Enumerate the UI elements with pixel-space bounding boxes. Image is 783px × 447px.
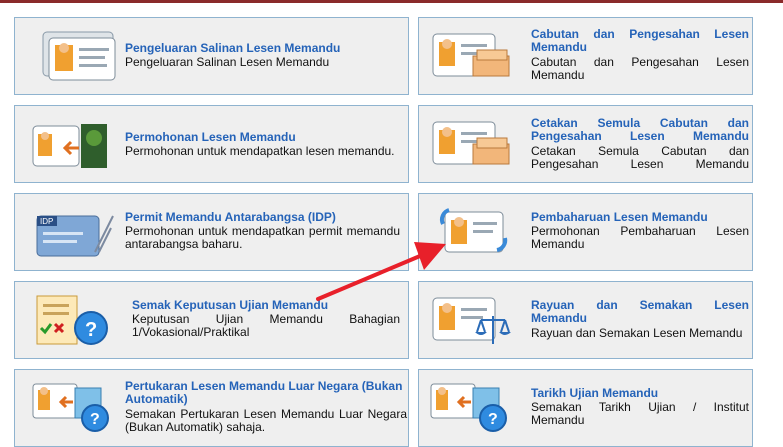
card-title[interactable]: Cabutan dan Pengesahan Lesen Memandu xyxy=(531,28,749,54)
card-title[interactable]: Cetakan Semula Cabutan dan Pengesahan Le… xyxy=(531,117,749,143)
test-date-check-icon: ? xyxy=(430,383,507,432)
test-result-check-icon: ? xyxy=(36,295,108,345)
card-title[interactable]: Pengeluaran Salinan Lesen Memandu xyxy=(125,42,400,55)
svg-text:?: ? xyxy=(85,319,97,341)
card-tarikh-ujian[interactable]: ? Tarikh Ujian Memandu Semakan Tarikh Uj… xyxy=(418,369,753,447)
appeal-scale-icon xyxy=(432,297,511,344)
card-rayuan-semakan[interactable]: Rayuan dan Semakan Lesen Memandu Rayuan … xyxy=(418,281,753,359)
card-title[interactable]: Tarikh Ujian Memandu xyxy=(531,387,749,400)
svg-text:?: ? xyxy=(90,411,100,428)
card-permit-idp[interactable]: IDP Permit Memandu Antarabangsa (IDP) Pe… xyxy=(14,193,409,271)
card-desc: Permohonan Pembaharuan Lesen Memandu xyxy=(531,224,749,251)
card-desc: Permohonan untuk mendapatkan lesen meman… xyxy=(125,144,395,158)
top-border xyxy=(0,0,783,3)
card-permohonan-lesen[interactable]: Permohonan Lesen Memandu Permohonan untu… xyxy=(14,105,409,183)
card-title[interactable]: Permit Memandu Antarabangsa (IDP) xyxy=(125,211,400,224)
card-title[interactable]: Rayuan dan Semakan Lesen Memandu xyxy=(531,299,749,325)
card-cabutan-pengesahan[interactable]: Cabutan dan Pengesahan Lesen Memandu Cab… xyxy=(418,17,753,95)
card-pengeluaran-salinan[interactable]: Pengeluaran Salinan Lesen Memandu Pengel… xyxy=(14,17,409,95)
idp-label: IDP xyxy=(40,217,53,226)
card-title[interactable]: Semak Keputusan Ujian Memandu xyxy=(132,299,400,312)
card-desc: Semakan Tarikh Ujian / Institut Memandu xyxy=(531,400,749,427)
card-cetakan-semula[interactable]: Cetakan Semula Cabutan dan Pengesahan Le… xyxy=(418,105,753,183)
card-desc: Rayuan dan Semakan Lesen Memandu xyxy=(531,326,743,340)
foreign-license-exchange-icon: ? xyxy=(32,383,109,432)
card-desc: Cabutan dan Pengesahan Lesen Memandu xyxy=(531,55,749,82)
license-copy-icon xyxy=(42,31,116,81)
license-extract-icon xyxy=(432,33,510,77)
card-semak-keputusan[interactable]: ? Semak Keputusan Ujian Memandu Keputusa… xyxy=(14,281,409,359)
idp-card-icon: IDP xyxy=(36,215,114,257)
card-desc: Pengeluaran Salinan Lesen Memandu xyxy=(125,55,330,69)
license-renewal-icon xyxy=(439,208,508,253)
card-desc: Keputusan Ujian Memandu Bahagian 1/Vokas… xyxy=(132,312,400,339)
card-pembaharuan[interactable]: Pembaharuan Lesen Memandu Permohonan Pem… xyxy=(418,193,753,271)
card-desc: Semakan Pertukaran Lesen Memandu Luar Ne… xyxy=(125,407,407,434)
card-title[interactable]: Permohonan Lesen Memandu xyxy=(125,131,400,144)
card-title[interactable]: Pertukaran Lesen Memandu Luar Negara (Bu… xyxy=(125,380,407,406)
license-apply-icon xyxy=(32,124,107,168)
card-pertukaran-luar-negara[interactable]: ? Pertukaran Lesen Memandu Luar Negara (… xyxy=(14,369,409,447)
license-reprint-icon xyxy=(432,121,510,165)
svg-text:?: ? xyxy=(488,411,498,428)
card-title[interactable]: Pembaharuan Lesen Memandu xyxy=(531,211,749,224)
card-desc: Permohonan untuk mendapatkan permit mema… xyxy=(125,224,400,251)
card-desc: Cetakan Semula Cabutan dan Pengesahan Le… xyxy=(531,144,749,171)
